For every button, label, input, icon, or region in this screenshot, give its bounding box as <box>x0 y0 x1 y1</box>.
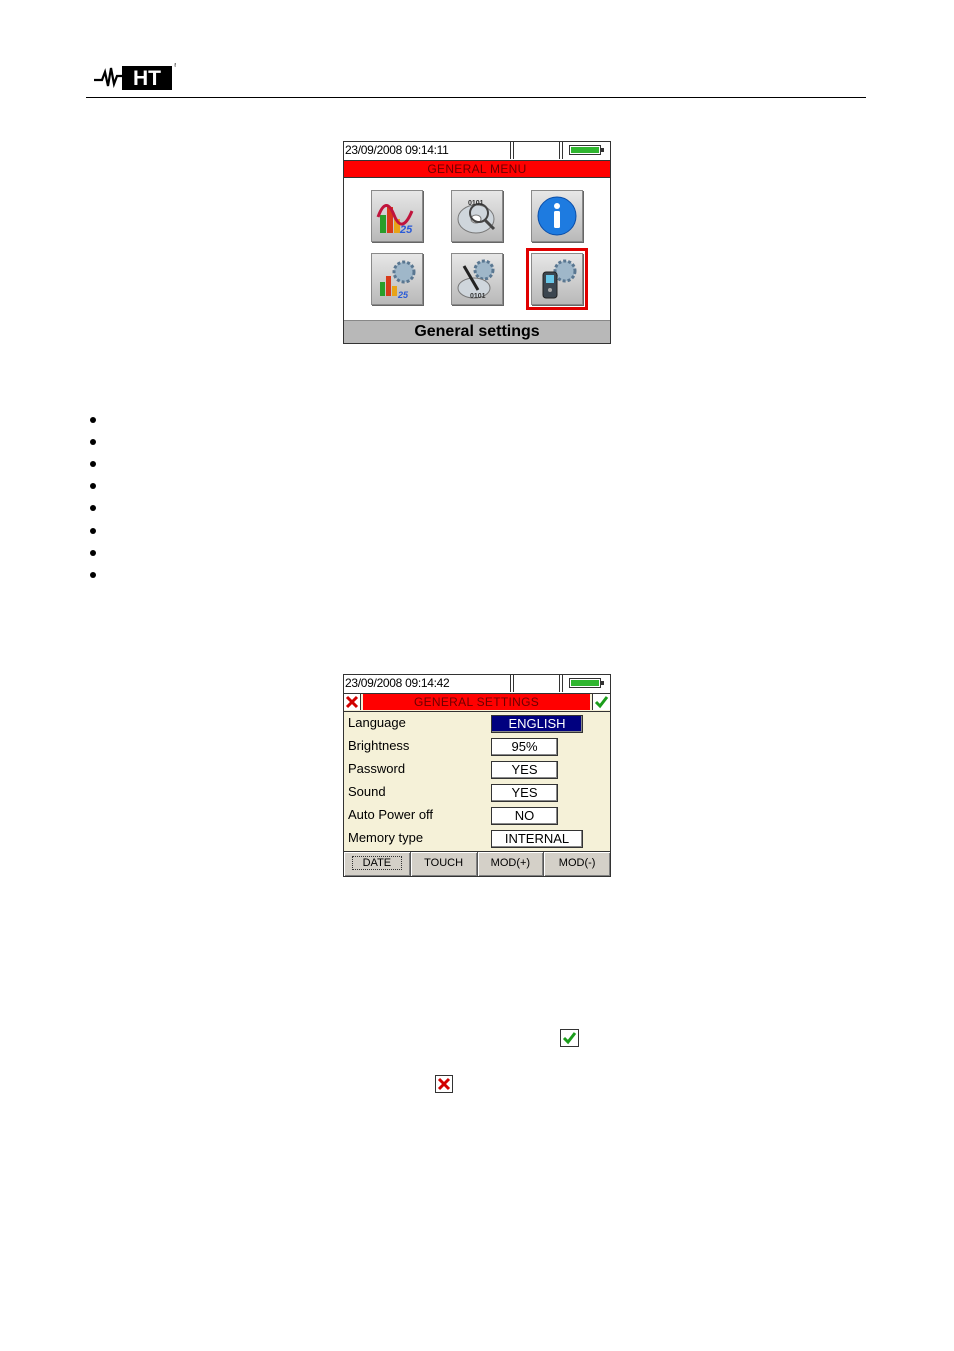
status-datetime: 23/09/2008 09:14:11 <box>344 142 511 159</box>
recording-config-icon[interactable]: 0101 <box>451 253 503 305</box>
general-menu-screen: 23/09/2008 09:14:11 GENERAL MENU 25 0101… <box>343 141 611 344</box>
confirm-icon <box>560 1029 579 1047</box>
bullet-marker <box>90 417 96 423</box>
svg-text:0101: 0101 <box>468 200 484 207</box>
setting-label-brightness: Brightness <box>348 738 410 753</box>
setting-value-auto-power-off[interactable]: NO <box>491 807 558 825</box>
svg-text:0101: 0101 <box>470 293 486 300</box>
selected-menu-label: General settings <box>344 320 610 343</box>
ht-logo: HT ® <box>92 62 176 92</box>
mod-minus-button[interactable]: MOD(-) <box>544 852 610 876</box>
setting-label-memory-type: Memory type <box>348 830 424 845</box>
setting-value-language[interactable]: ENGLISH <box>491 715 583 733</box>
bullet-marker <box>90 439 96 445</box>
status-indicator <box>513 675 560 692</box>
bullet-marker <box>90 483 96 489</box>
svg-text:25: 25 <box>399 224 413 236</box>
svg-text:®: ® <box>174 62 176 69</box>
svg-text:25: 25 <box>397 290 409 300</box>
battery-icon <box>562 675 610 692</box>
general-settings-screen: 23/09/2008 09:14:42 GENERAL SETTINGS Lan… <box>343 674 611 877</box>
bullet-marker <box>90 550 96 556</box>
setting-value-memory-type[interactable]: INTERNAL <box>491 830 583 848</box>
setting-label-password: Password <box>348 761 406 776</box>
status-datetime: 23/09/2008 09:14:42 <box>344 675 511 692</box>
analyzer-config-icon[interactable]: 25 <box>371 253 423 305</box>
screen-title: GENERAL MENU <box>344 161 610 178</box>
softkey-bar: DATE TOUCH MOD(+) MOD(-) <box>344 851 610 876</box>
setting-label-auto-power-off: Auto Power off <box>348 807 434 822</box>
cancel-icon <box>435 1075 453 1093</box>
battery-icon <box>562 142 610 159</box>
screen-title: GENERAL SETTINGS <box>363 694 590 710</box>
recording-view-icon[interactable]: 0101 <box>451 190 503 242</box>
logo-text: HT <box>133 67 161 90</box>
settings-title-bar: GENERAL SETTINGS <box>344 694 610 712</box>
status-indicator <box>513 142 560 159</box>
setting-label-sound: Sound <box>348 784 386 799</box>
bullet-marker <box>90 505 96 511</box>
confirm-icon[interactable] <box>592 694 610 710</box>
setting-value-brightness[interactable]: 95% <box>491 738 558 756</box>
status-bar: 23/09/2008 09:14:11 <box>344 142 610 161</box>
setting-value-sound[interactable]: YES <box>491 784 558 802</box>
mod-plus-button[interactable]: MOD(+) <box>478 852 545 876</box>
date-button[interactable]: DATE <box>344 852 411 876</box>
cancel-icon[interactable] <box>344 694 361 710</box>
touch-button[interactable]: TOUCH <box>411 852 478 876</box>
setting-value-password[interactable]: YES <box>491 761 558 779</box>
info-icon[interactable] <box>531 190 583 242</box>
menu-icon-grid: 25 0101 25 0101 <box>344 178 610 322</box>
general-settings-icon[interactable] <box>526 248 588 310</box>
bullet-marker <box>90 572 96 578</box>
setting-label-language: Language <box>348 715 406 730</box>
analyzer-settings-icon[interactable]: 25 <box>371 190 423 242</box>
header-rule <box>86 97 866 98</box>
status-bar: 23/09/2008 09:14:42 <box>344 675 610 694</box>
bullet-marker <box>90 461 96 467</box>
bullet-marker <box>90 528 96 534</box>
